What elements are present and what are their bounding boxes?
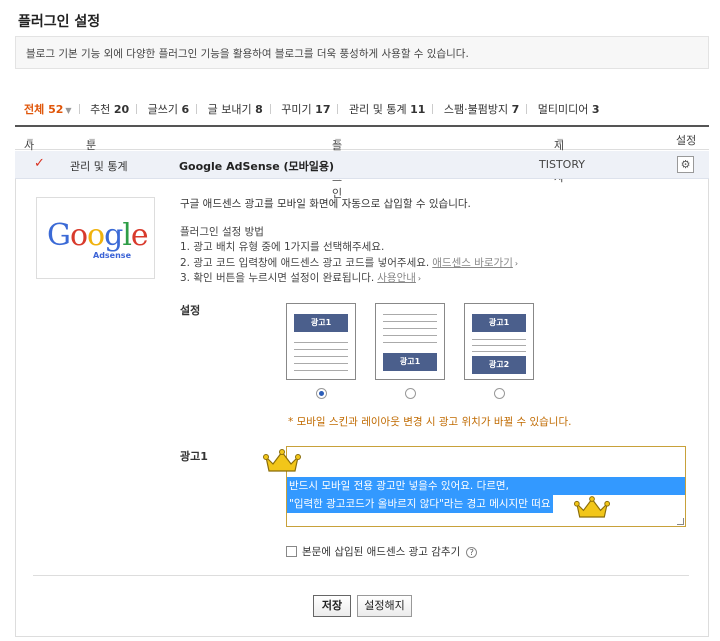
tab-writing[interactable]: 글쓰기 6	[148, 101, 190, 117]
sort-icon: ▼	[335, 137, 342, 146]
checkmark-icon[interactable]: ✓	[34, 156, 45, 171]
logo-adsense-text: Adsense	[93, 251, 131, 260]
resize-handle[interactable]	[677, 518, 684, 525]
tab-multimedia[interactable]: 멀티미디어 3	[538, 101, 600, 117]
tab-all[interactable]: 전체 52 ▼	[24, 101, 72, 117]
howto-section: 플러그인 설정 방법 1. 광고 배치 유형 중에 1가지를 선택해주세요. 2…	[180, 225, 518, 286]
grid-header: 사용▼ 분류▼ 플러그인▼ 제작자▼ 설정	[15, 125, 709, 200]
plugin-intro: 구글 애드센스 광고를 모바일 화면에 자동으로 삽입할 수 있습니다.	[180, 198, 471, 210]
save-button[interactable]: 저장	[313, 595, 351, 617]
sort-icon: ▼	[89, 137, 96, 146]
tab-management-stats[interactable]: 관리 및 통계 11	[349, 101, 425, 117]
sort-icon: ▼	[27, 137, 34, 146]
page-title: 플러그인 설정	[18, 14, 101, 30]
divider	[33, 575, 689, 576]
adsense-shortcut-link[interactable]: 애드센스 바로가기	[432, 257, 513, 269]
header-settings: 설정	[676, 134, 697, 147]
plugin-name: Google AdSense (모바일용)	[179, 160, 335, 173]
tab-send-post[interactable]: 글 보내기 8	[208, 101, 263, 117]
crown-icon	[263, 449, 301, 472]
hide-ads-checkbox[interactable]	[286, 546, 297, 557]
layout-radio-top[interactable]	[316, 388, 327, 399]
howto-step-3: 3. 확인 버튼을 누르시면 설정이 완료됩니다. 사용안내 ›	[180, 271, 422, 284]
tab-recommended[interactable]: 추천 20	[90, 101, 129, 117]
reset-settings-button[interactable]: 설정해지	[357, 595, 412, 617]
crown-icon	[574, 496, 610, 518]
ad-block-top: 광고1	[294, 314, 348, 332]
settings-label: 설정	[180, 304, 201, 317]
ad1-code-input[interactable]: 반드시 모바일 전용 광고만 넣을수 있어요. 다르면, "입력한 광고코드가 …	[286, 446, 686, 527]
gear-icon[interactable]: ⚙	[677, 156, 694, 173]
ad-block-top: 광고1	[472, 314, 526, 332]
tab-spam-protection[interactable]: 스팸·불펌방지 7	[444, 101, 519, 117]
layout-option-bottom[interactable]: 광고1	[375, 303, 445, 380]
caret-down-icon: ▼	[65, 106, 72, 115]
layout-radio-top-bottom[interactable]	[494, 388, 505, 399]
layout-notice: * 모바일 스킨과 레이아웃 변경 시 광고 위치가 바뀔 수 있습니다.	[288, 416, 572, 428]
howto-step-2: 2. 광고 코드 입력창에 애드센스 광고 코드를 넣어주세요. 애드센스 바로가…	[180, 256, 519, 269]
ad-block-bottom: 광고1	[383, 353, 437, 371]
howto-title: 플러그인 설정 방법	[180, 226, 264, 238]
layout-option-top[interactable]: 광고1	[286, 303, 356, 380]
help-icon[interactable]: ?	[466, 547, 478, 558]
google-adsense-logo: Google Adsense	[36, 197, 155, 279]
description-box: 블로그 기본 기능 외에 다양한 플러그인 기능을 활용하여 블로그를 더욱 풍…	[15, 36, 709, 69]
plugin-category: 관리 및 통계	[70, 160, 128, 173]
ad-block-bottom: 광고2	[472, 356, 526, 374]
arrow-right-icon: ›	[514, 258, 519, 268]
hide-ads-label: 본문에 삽입된 애드센스 광고 감추기	[302, 546, 461, 558]
sort-icon: ▼	[557, 137, 564, 146]
logo-google-text: Google	[47, 218, 149, 253]
ad1-label: 광고1	[180, 450, 208, 463]
layout-option-top-bottom[interactable]: 광고1 광고2	[464, 303, 534, 380]
usage-guide-link[interactable]: 사용안내	[377, 272, 416, 284]
howto-step-1: 1. 광고 배치 유형 중에 1가지를 선택해주세요.	[180, 241, 385, 254]
plugin-author: TISTORY	[539, 158, 585, 171]
table-row[interactable]: ✓ 관리 및 통계 Google AdSense (모바일용) TISTORY …	[15, 151, 709, 179]
hide-ads-option: 본문에 삽입된 애드센스 광고 감추기?	[286, 544, 478, 559]
arrow-right-icon: ›	[417, 273, 422, 283]
tab-decorate[interactable]: 꾸미기 17	[281, 101, 330, 117]
ad1-code-text: 반드시 모바일 전용 광고만 넣을수 있어요. 다르면, "입력한 광고코드가 …	[287, 477, 685, 513]
layout-radio-bottom[interactable]	[405, 388, 416, 399]
category-tabs: 전체 52 ▼ 추천 20 글쓰기 6 글 보내기 8 꾸미기 17 관리 및 통…	[24, 101, 600, 117]
